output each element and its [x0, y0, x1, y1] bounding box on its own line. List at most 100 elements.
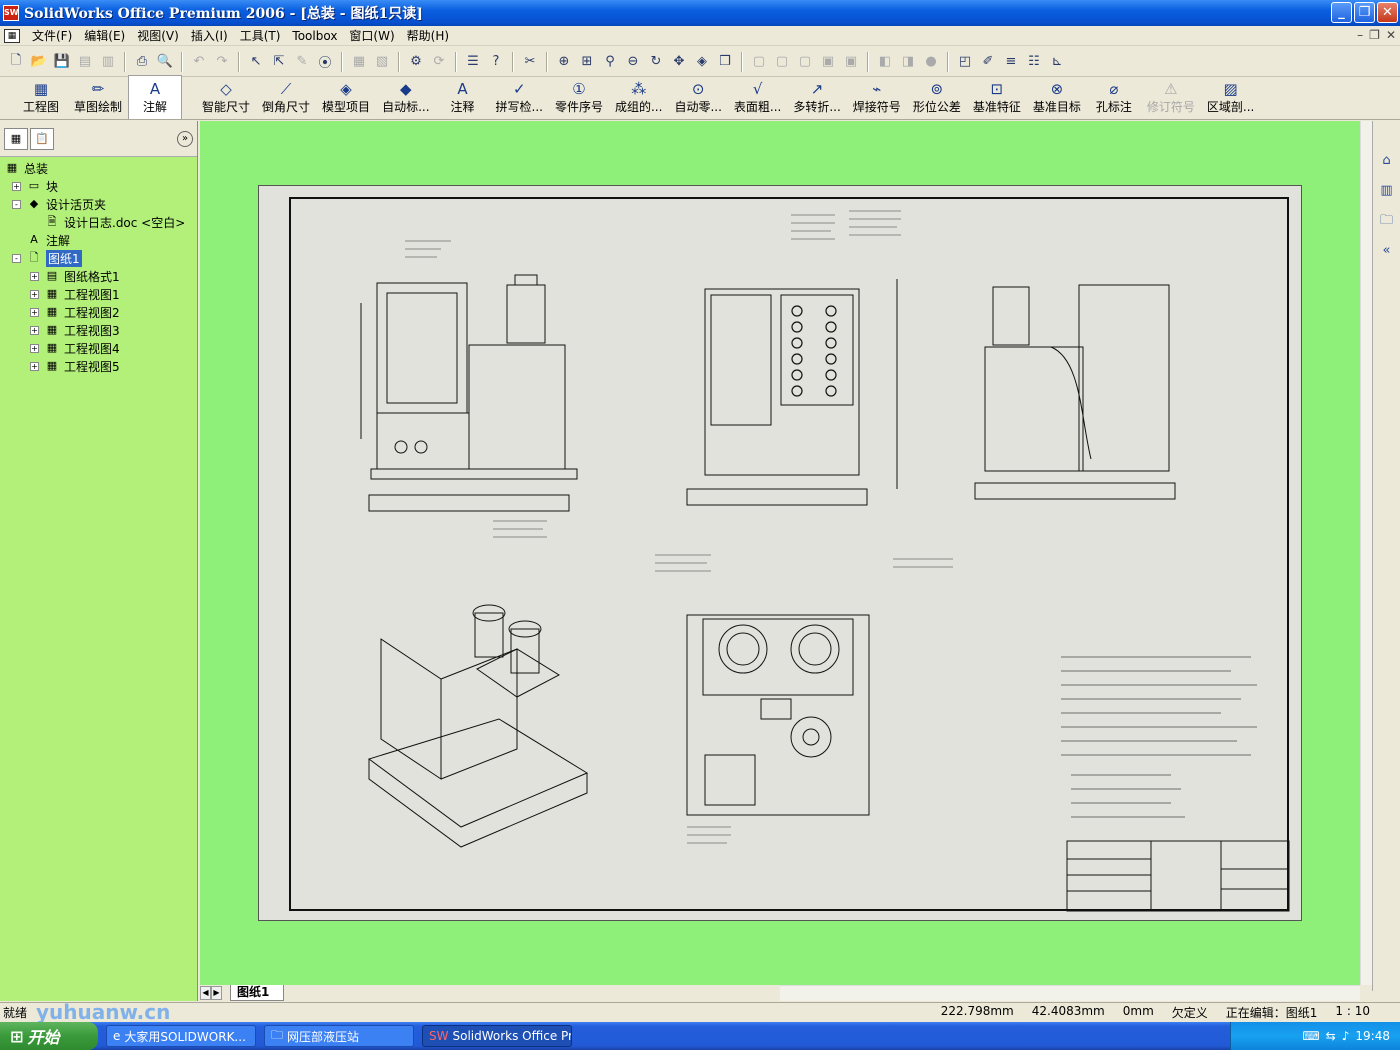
tree-item[interactable]: + ▦ 工程视图5	[4, 357, 197, 375]
cmd-hole-callout[interactable]: ⌀ 孔标注	[1087, 80, 1141, 119]
shaded-icon[interactable]: ●	[921, 52, 941, 72]
cmd-surface-finish[interactable]: √ 表面粗...	[728, 80, 787, 119]
tree-item[interactable]: 🗎 设计日志.doc <空白>	[4, 213, 197, 231]
cmd-group-sketch[interactable]: ✏ 草图绘制	[68, 80, 128, 119]
drawing-sheet[interactable]	[258, 185, 1302, 921]
cmd-area-hatch[interactable]: ▨ 区域剖...	[1201, 80, 1260, 119]
horizontal-scrollbar[interactable]	[780, 985, 1360, 1001]
tree-item[interactable]: + ▭ 块	[4, 177, 197, 195]
undo-icon[interactable]: ↶	[189, 52, 209, 72]
network-icon[interactable]: ⇆	[1326, 1029, 1336, 1043]
tree-item[interactable]: + ▦ 工程视图2	[4, 303, 197, 321]
home-icon[interactable]: ⌂	[1377, 151, 1397, 171]
previous-view-icon[interactable]: ◈	[692, 52, 712, 72]
tree-expander-icon[interactable]: +	[30, 271, 39, 281]
cmd-stacked-balloon[interactable]: ⁂ 成组的...	[609, 80, 668, 119]
tree-expander-icon[interactable]: +	[12, 181, 21, 191]
open-icon[interactable]: 📂	[29, 52, 49, 72]
minimize-button[interactable]: _	[1331, 2, 1352, 23]
cmd-weld-symbol[interactable]: ⌁ 焊接符号	[847, 80, 907, 119]
cmd-autodimension[interactable]: ◆ 自动标...	[376, 80, 435, 119]
start-button[interactable]: ⊞ 开始	[0, 1022, 98, 1050]
graphics-area[interactable]	[200, 121, 1360, 985]
tree-expander-icon[interactable]: +	[30, 325, 39, 335]
tree-item[interactable]: + ▤ 图纸格式1	[4, 267, 197, 285]
menu-edit[interactable]: 编辑(E)	[78, 27, 131, 44]
new-icon[interactable]: 🗋	[6, 52, 26, 72]
cmd-group-annotation[interactable]: A 注解	[128, 75, 183, 119]
make-drawing-icon[interactable]: ▤	[75, 52, 95, 72]
top-view-icon[interactable]: ▣	[841, 52, 861, 72]
zoom-selection-icon[interactable]: ⊖	[623, 52, 643, 72]
cmd-datum-target[interactable]: ⊗ 基准目标	[1027, 80, 1087, 119]
property-manager-tab[interactable]: 📋	[30, 127, 54, 150]
file-explorer-icon[interactable]: 🗀	[1377, 211, 1397, 231]
redo-icon[interactable]: ↷	[212, 52, 232, 72]
feature-tree-tab[interactable]: ▦	[4, 127, 28, 150]
sheet-tab[interactable]: 图纸1	[230, 985, 285, 1001]
tree-item[interactable]: A 注解	[4, 231, 197, 249]
wireframe-icon[interactable]: ◧	[875, 52, 895, 72]
tree-item[interactable]: - ◆ 设计活页夹	[4, 195, 197, 213]
taskbar-item-folder[interactable]: 🗀 网压部液压站	[264, 1025, 414, 1047]
line-thickness-icon[interactable]: ≡	[1001, 52, 1021, 72]
menu-insert[interactable]: 插入(I)	[185, 27, 234, 44]
vertical-scrollbar[interactable]	[1360, 121, 1372, 985]
volume-icon[interactable]: ♪	[1342, 1029, 1350, 1043]
menu-window[interactable]: 窗口(W)	[343, 27, 400, 44]
cmd-spell-check[interactable]: ✓ 拼写检...	[490, 80, 549, 119]
cmd-revision-symbol[interactable]: ⚠ 修订符号	[1141, 80, 1201, 119]
menu-file[interactable]: 文件(F)	[26, 27, 78, 44]
left-view-icon[interactable]: ▢	[795, 52, 815, 72]
tree-expander-icon[interactable]: +	[30, 343, 39, 353]
taskbar-item-browser[interactable]: e 大家用SOLIDWORK...	[106, 1025, 256, 1047]
layer-icon[interactable]: ◰	[955, 52, 975, 72]
tree-item[interactable]: - 🗋 图纸1	[4, 249, 197, 267]
tree-expander-icon[interactable]: -	[12, 253, 21, 263]
view-orientation-icon[interactable]: ❒	[715, 52, 735, 72]
measure-icon[interactable]: ✂	[520, 52, 540, 72]
make-assembly-icon[interactable]: ▥	[98, 52, 118, 72]
tree-root[interactable]: ▦ 总装	[4, 159, 197, 177]
tree-item[interactable]: + ▦ 工程视图1	[4, 285, 197, 303]
clock[interactable]: 19:48	[1355, 1029, 1390, 1043]
cmd-group-drawing[interactable]: ▦ 工程图	[14, 80, 68, 119]
cmd-smart-dimension[interactable]: ◇ 智能尺寸	[196, 80, 256, 119]
tree-item[interactable]: + ▦ 工程视图4	[4, 339, 197, 357]
pan-icon[interactable]: ✥	[669, 52, 689, 72]
sketch-mode-icon[interactable]: ✎	[292, 52, 312, 72]
traffic-light-icon[interactable]: ⦿	[315, 52, 335, 72]
collapse-panel-icon[interactable]: »	[177, 130, 193, 147]
tree-expander-icon[interactable]: +	[30, 307, 39, 317]
hide-edge-icon[interactable]: ⊾	[1047, 52, 1067, 72]
hidden-lines-icon[interactable]: ◨	[898, 52, 918, 72]
cmd-geometric-tolerance[interactable]: ⊚ 形位公差	[907, 80, 967, 119]
front-view-icon[interactable]: ▢	[749, 52, 769, 72]
tree-item[interactable]: + ▦ 工程视图3	[4, 321, 197, 339]
tree-expander-icon[interactable]: +	[30, 289, 39, 299]
rebuild-icon[interactable]: ⟳	[429, 52, 449, 72]
cmd-datum-feature[interactable]: ⊡ 基准特征	[967, 80, 1027, 119]
zoom-in-out-icon[interactable]: ⚲	[600, 52, 620, 72]
cmd-balloon[interactable]: ① 零件序号	[549, 80, 609, 119]
menu-toolbox[interactable]: Toolbox	[286, 29, 343, 43]
redraw-icon[interactable]: ↻	[646, 52, 666, 72]
menu-help[interactable]: 帮助(H)	[401, 27, 455, 44]
design-library-icon[interactable]: ▥	[1377, 181, 1397, 201]
keyboard-icon[interactable]: ⌨	[1302, 1029, 1319, 1043]
menu-view[interactable]: 视图(V)	[131, 27, 185, 44]
restore-button[interactable]: ❐	[1354, 2, 1375, 23]
save-icon[interactable]: 💾	[52, 52, 72, 72]
doc-close-button[interactable]: ✕	[1386, 28, 1396, 42]
table-icon[interactable]: ▧	[372, 52, 392, 72]
cmd-multi-jog-leader[interactable]: ↗ 多转折...	[787, 80, 846, 119]
tree-expander-icon[interactable]: -	[12, 199, 21, 209]
prev-sheet-icon[interactable]: ◀	[200, 986, 211, 1000]
doc-restore-button[interactable]: ❐	[1369, 28, 1380, 42]
print-preview-icon[interactable]: 🔍	[155, 52, 175, 72]
properties-icon[interactable]: ☰	[463, 52, 483, 72]
help-icon[interactable]: ?	[486, 52, 506, 72]
tree-expander-icon[interactable]: +	[30, 361, 39, 371]
zoom-area-icon[interactable]: ⊞	[577, 52, 597, 72]
select-icon[interactable]: ↖	[246, 52, 266, 72]
